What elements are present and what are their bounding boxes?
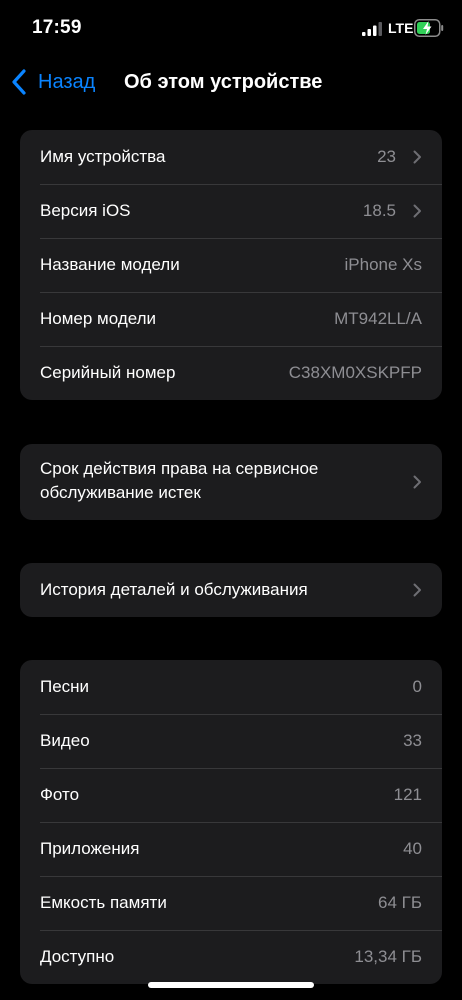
chevron-right-icon [413,475,421,489]
serial-number-row: Серийный номер C38XM0XSKPFP [20,346,442,400]
row-label: Название модели [40,255,180,274]
cellular-signal-icon [362,22,382,36]
home-indicator[interactable] [148,982,314,988]
page-title: Об этом устройстве [124,71,323,93]
status-bar: 17:59 LTE [0,0,462,56]
row-value: C38XM0XSKPFP [288,363,422,382]
row-label: Песни [40,677,90,696]
row-value: 0 [412,677,422,696]
applications-row: Приложения 40 [20,822,442,876]
chevron-right-icon [413,583,421,597]
row-value: 18.5 [362,201,396,220]
row-label: Приложения [40,839,140,858]
row-value: 121 [393,785,422,804]
back-button[interactable]: Назад [10,68,95,96]
navigation-bar: Назад Об этом устройстве [0,56,462,108]
row-value: MT942LL/A [334,309,422,328]
row-label: Срок действия права на сервисное обслужи… [40,459,319,502]
ios-version-row[interactable]: Версия iOS 18.5 [20,184,442,238]
row-label: Номер модели [40,309,157,328]
row-label: Серийный номер [40,363,176,382]
row-label: Видео [40,731,90,750]
row-value: 13,34 ГБ [354,947,422,966]
parts-history-row[interactable]: История деталей и обслуживания [20,563,442,617]
capacity-row: Емкость памяти 64 ГБ [20,876,442,930]
row-value: 23 [377,147,396,166]
battery-charging-icon [414,19,444,37]
row-label: Емкость памяти [40,893,167,912]
service-coverage-group: Срок действия права на сервисное обслужи… [20,444,442,520]
row-value: 64 ГБ [378,893,422,912]
photos-row: Фото 121 [20,768,442,822]
status-time: 17:59 [32,17,82,38]
device-name-row[interactable]: Имя устройства 23 [20,130,442,184]
videos-row: Видео 33 [20,714,442,768]
row-label: Версия iOS [40,201,131,220]
chevron-left-icon [12,69,26,95]
model-number-row: Номер модели MT942LL/A [20,292,442,346]
back-label: Назад [38,70,96,93]
row-label: Фото [40,785,80,804]
row-value: iPhone Xs [344,255,423,274]
row-value: 33 [403,731,422,750]
chevron-right-icon [413,204,421,218]
chevron-right-icon [413,150,421,164]
service-coverage-row[interactable]: Срок действия права на сервисное обслужи… [20,444,442,520]
row-label: Имя устройства [40,147,166,166]
row-value: 40 [403,839,422,858]
device-info-group: Имя устройства 23 Версия iOS 18.5 Назван… [20,130,442,400]
available-row: Доступно 13,34 ГБ [20,930,442,984]
songs-row: Песни 0 [20,660,442,714]
model-name-row: Название модели iPhone Xs [20,238,442,292]
parts-history-group: История деталей и обслуживания [20,563,442,617]
storage-stats-group: Песни 0 Видео 33 Фото 121 Приложения 40 … [20,660,442,984]
row-label: Доступно [40,947,115,966]
network-type: LTE [388,20,414,36]
row-label: История деталей и обслуживания [40,580,308,599]
